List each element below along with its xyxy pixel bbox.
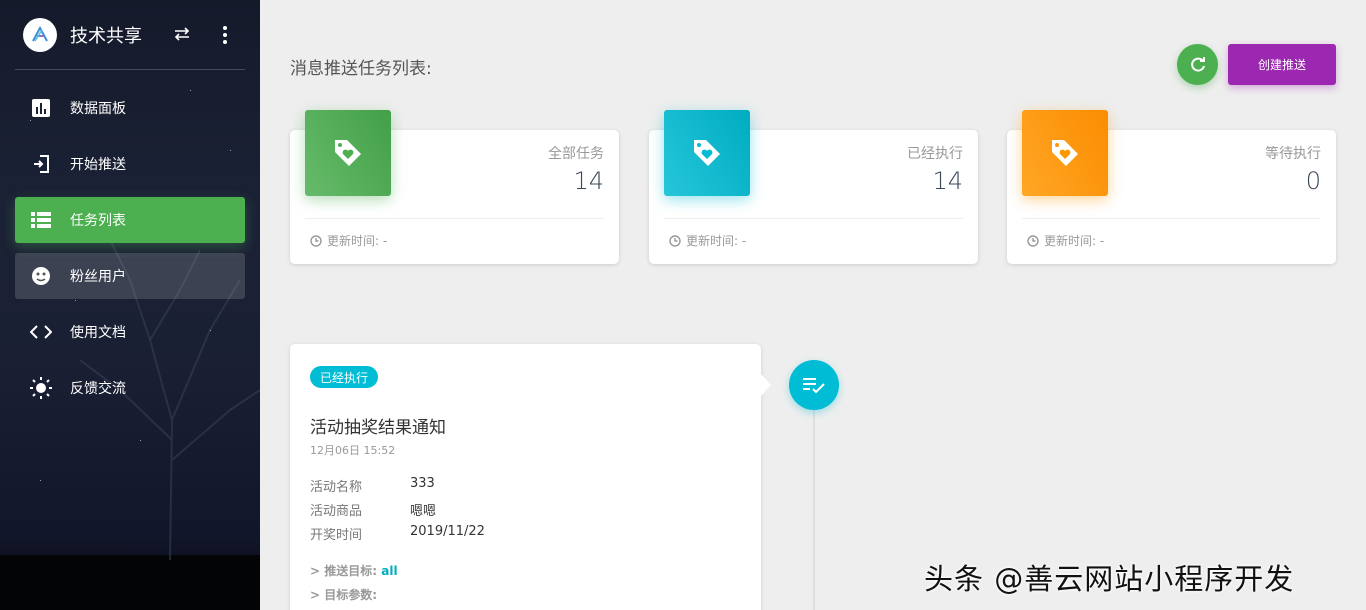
stat-card-executed: 已经执行 14 更新时间: - (649, 110, 978, 264)
push-target-row: > 推送目标: all (310, 562, 398, 579)
status-badge: 已经执行 (310, 366, 379, 388)
stat-footer: 更新时间: - (669, 232, 746, 249)
login-icon (29, 152, 53, 176)
task-card[interactable]: 已经执行 活动抽奖结果通知 12月06日 15:52 活动名称 333 活动商品… (290, 344, 771, 610)
sidebar-item-docs[interactable]: 使用文档 (15, 309, 245, 355)
info-row: 活动名称 333 (310, 476, 435, 495)
info-value: 333 (410, 476, 435, 491)
brand-header: 技术共享 (15, 0, 245, 70)
info-row: 活动商品 嗯嗯 (310, 500, 436, 519)
sidebar-item-label: 使用文档 (70, 325, 126, 341)
info-row: 开奖时间 2019/11/22 (310, 524, 485, 543)
sidebar-item-dashboard[interactable]: 数据面板 (15, 85, 245, 131)
more-vert-icon[interactable] (217, 24, 233, 46)
sidebar-item-task-list[interactable]: 任务列表 (15, 197, 245, 243)
stat-value: 0 (1305, 167, 1321, 195)
sidebar-item-fans[interactable]: 粉丝用户 (15, 253, 245, 299)
swap-icon[interactable] (173, 24, 191, 44)
stat-value: 14 (573, 167, 604, 195)
watermark: 头条 @善云网站小程序开发 (924, 562, 1295, 596)
stat-footer: 更新时间: - (1027, 232, 1104, 249)
sidebar-item-label: 粉丝用户 (70, 269, 126, 285)
sidebar-item-label: 任务列表 (70, 213, 126, 229)
target-params-label: > 目标参数: (310, 588, 378, 602)
stat-category: 等待执行 (1265, 146, 1321, 162)
stat-value: 14 (932, 167, 963, 195)
push-target-label: > 推送目标: (310, 564, 378, 578)
divider (1022, 218, 1321, 219)
refresh-button[interactable] (1177, 44, 1218, 85)
info-value: 2019/11/22 (410, 524, 485, 539)
sidebar-item-label: 反馈交流 (70, 381, 126, 397)
clock-icon (310, 234, 322, 247)
create-push-button[interactable]: 创建推送 (1228, 44, 1336, 85)
divider (664, 218, 963, 219)
stat-updated-text: 更新时间: - (686, 234, 747, 248)
stat-updated-text: 更新时间: - (1044, 234, 1105, 248)
timeline-badge (789, 360, 839, 410)
divider (305, 218, 604, 219)
sun-icon (29, 376, 53, 400)
info-key: 开奖时间 (310, 528, 363, 543)
push-target-value[interactable]: all (381, 564, 397, 578)
target-params-row: > 目标参数: (310, 586, 377, 603)
tag-heart-icon (305, 110, 391, 196)
sidebar-item-label: 数据面板 (70, 101, 126, 117)
logo-icon (32, 25, 48, 42)
task-timestamp: 12月06日 15:52 (310, 444, 396, 457)
clock-icon (669, 234, 681, 247)
code-icon (29, 320, 53, 344)
stat-category: 全部任务 (548, 146, 604, 162)
stat-card-all: 全部任务 14 更新时间: - (290, 110, 619, 264)
clock-icon (1027, 234, 1039, 247)
stat-card-pending: 等待执行 0 更新时间: - (1007, 110, 1336, 264)
stat-updated-text: 更新时间: - (327, 234, 388, 248)
face-icon (29, 264, 53, 288)
info-key: 活动商品 (310, 504, 363, 519)
tag-heart-icon (1022, 110, 1108, 196)
sidebar-item-start-push[interactable]: 开始推送 (15, 141, 245, 187)
sidebar-ground (0, 555, 260, 610)
sidebar: 技术共享 数据面板 开始推送 任务列表 粉丝用户 使用文档 反馈交流 (0, 0, 260, 610)
refresh-icon (1190, 56, 1205, 72)
info-value: 嗯嗯 (410, 504, 437, 519)
stat-footer: 更新时间: - (310, 232, 387, 249)
playlist-check-icon (803, 378, 825, 394)
tag-heart-icon (664, 110, 750, 196)
page-title: 消息推送任务列表: (290, 59, 432, 79)
info-key: 活动名称 (310, 480, 363, 495)
timeline-line (813, 406, 815, 610)
brand-title: 技术共享 (70, 26, 142, 47)
app-logo[interactable] (23, 18, 57, 52)
sidebar-item-label: 开始推送 (70, 157, 126, 173)
task-title: 活动抽奖结果通知 (310, 418, 446, 438)
stat-category: 已经执行 (907, 146, 963, 162)
sidebar-item-feedback[interactable]: 反馈交流 (15, 365, 245, 411)
list-icon (29, 208, 53, 232)
bar-chart-icon (29, 96, 53, 120)
